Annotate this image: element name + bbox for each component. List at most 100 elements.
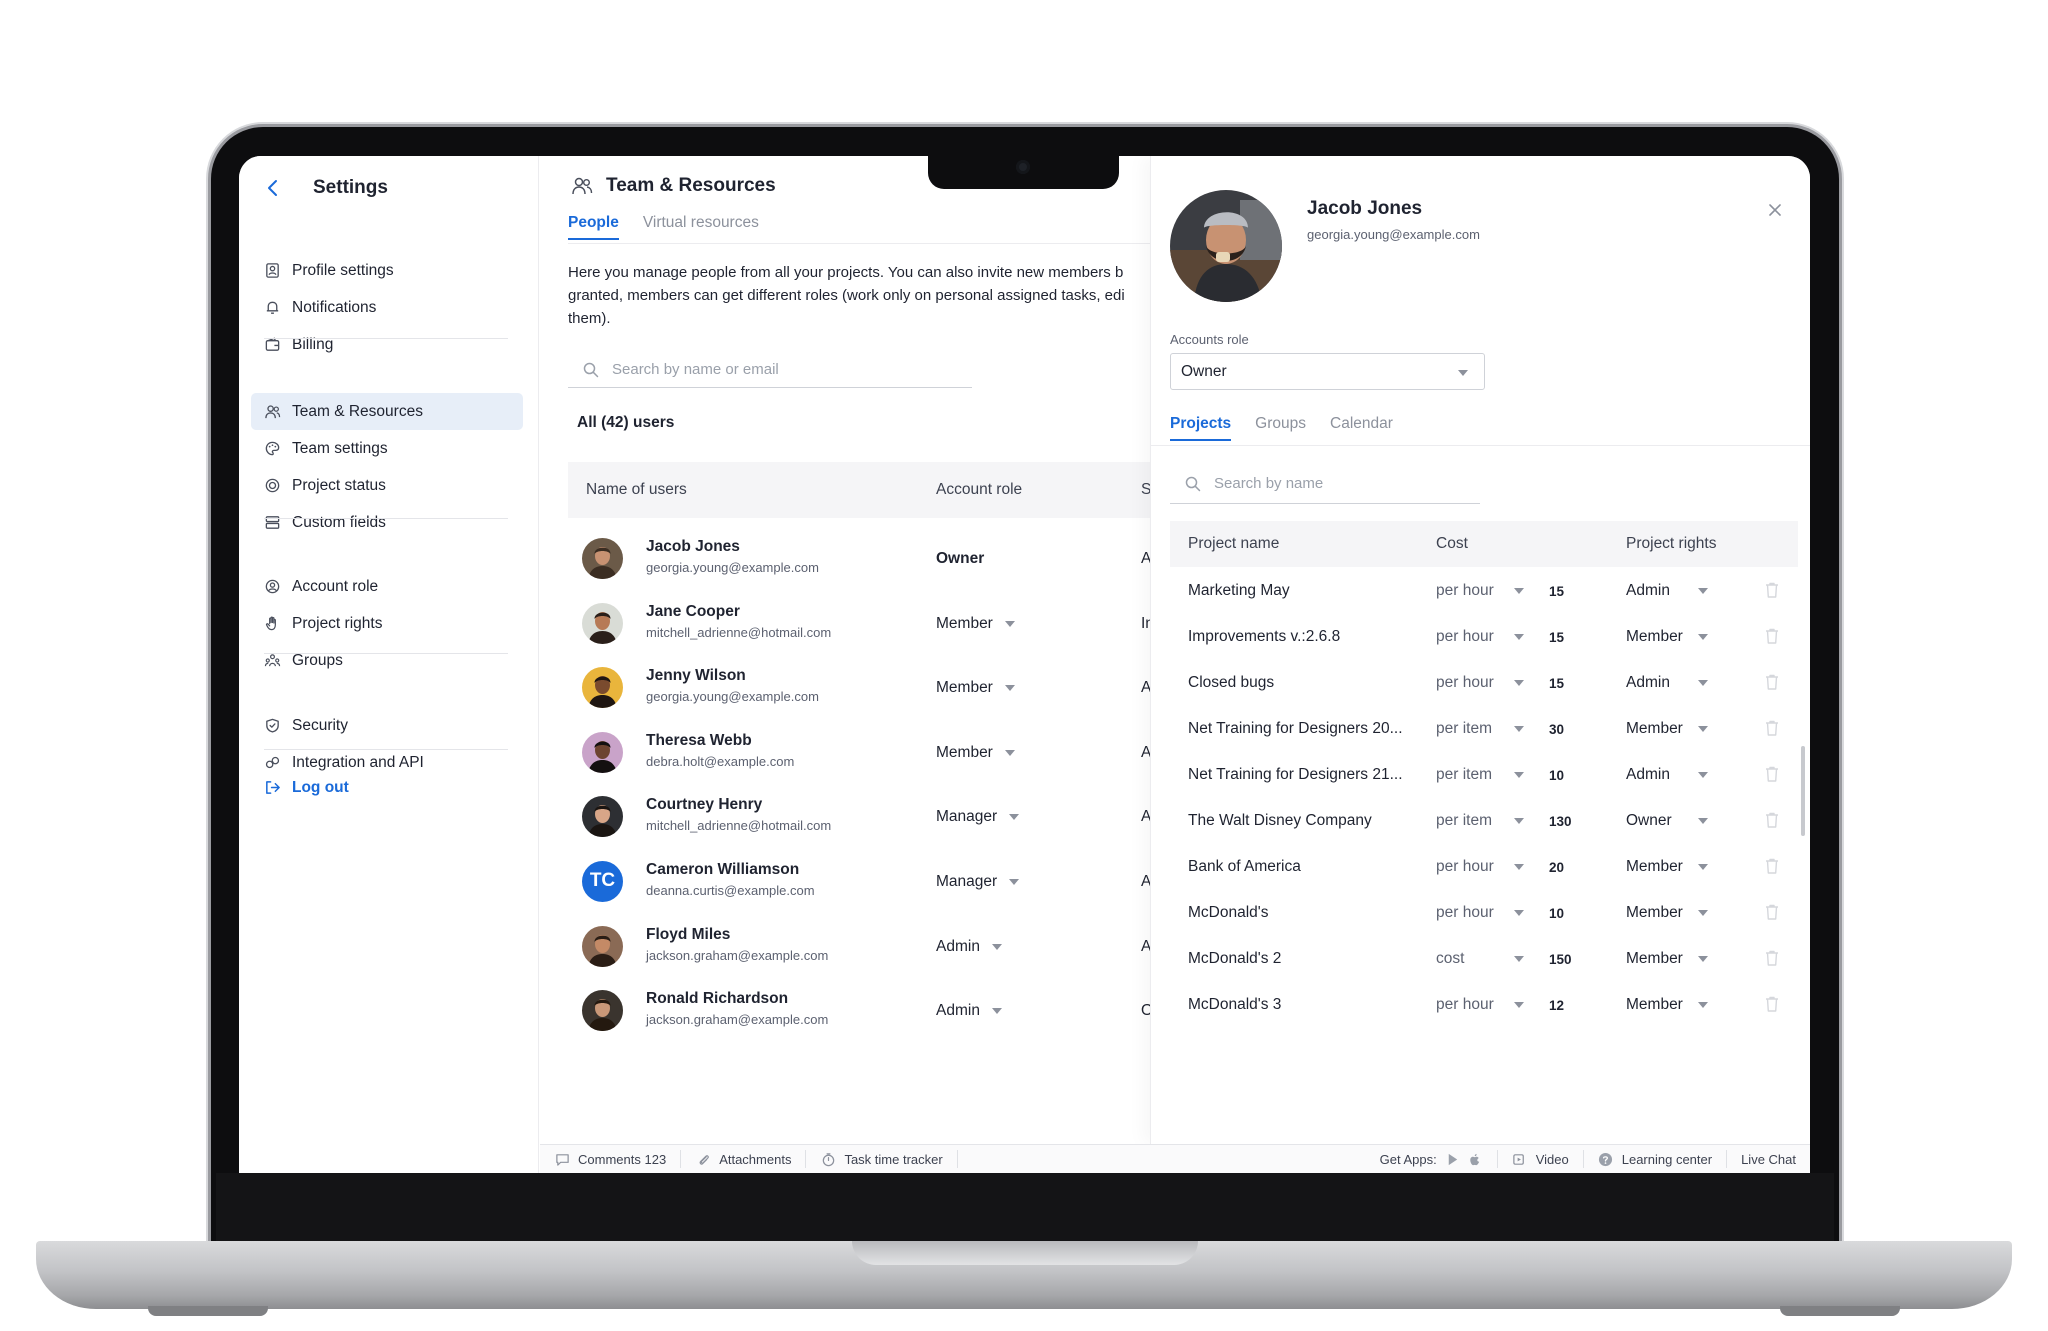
project-rights-dropdown[interactable]: Admin [1626, 582, 1708, 600]
project-rights-dropdown[interactable]: Member [1626, 720, 1708, 738]
project-search[interactable] [1170, 464, 1480, 504]
cost-type-dropdown[interactable]: per item [1436, 812, 1524, 830]
project-row[interactable]: Improvements v.:2.6.8 per hour 15 Member [1170, 614, 1798, 660]
cost-type-dropdown[interactable]: per hour [1436, 996, 1524, 1014]
cost-type-dropdown[interactable]: per hour [1436, 858, 1524, 876]
project-row[interactable]: McDonald's per hour 10 Member [1170, 890, 1798, 936]
project-row[interactable]: The Walt Disney Company per item 130 Owner [1170, 798, 1798, 844]
sidebar-divider [264, 749, 508, 750]
trash-icon[interactable] [1764, 719, 1780, 737]
project-rights-dropdown[interactable]: Member [1626, 950, 1708, 968]
cost-type-dropdown[interactable]: per hour [1436, 582, 1524, 600]
trash-icon[interactable] [1764, 765, 1780, 783]
cost-type-dropdown[interactable]: cost [1436, 950, 1524, 968]
sidebar-item-team-settings[interactable]: Team settings [251, 430, 523, 467]
tab-calendar[interactable]: Calendar [1330, 415, 1393, 441]
cost-type-dropdown[interactable]: per hour [1436, 904, 1524, 922]
project-search-input[interactable] [1214, 475, 1480, 492]
attachments-button[interactable]: Attachments [681, 1150, 807, 1168]
video-button[interactable]: Video [1498, 1150, 1584, 1168]
account-role-dropdown[interactable]: Manager [936, 808, 1020, 826]
project-row[interactable]: Marketing May per hour 15 Admin [1170, 568, 1798, 614]
tab-virtual-resources[interactable]: Virtual resources [643, 214, 759, 240]
sidebar-item-team-resources[interactable]: Team & Resources [251, 393, 523, 430]
sidebar-item-groups[interactable]: Groups [251, 642, 523, 679]
back-arrow-icon[interactable] [259, 174, 287, 202]
project-row[interactable]: Closed bugs per hour 15 Admin [1170, 660, 1798, 706]
project-rights-dropdown[interactable]: Member [1626, 858, 1708, 876]
cost-type-dropdown[interactable]: per item [1436, 766, 1524, 784]
comments-button[interactable]: Comments 123 [540, 1150, 682, 1168]
account-role-dropdown[interactable]: Manager [936, 873, 1020, 891]
accounts-role-select[interactable]: Owner [1170, 353, 1485, 390]
sidebar-item-security[interactable]: Security [251, 707, 523, 744]
project-rights-dropdown[interactable]: Member [1626, 904, 1708, 922]
cost-type-dropdown[interactable]: per item [1436, 720, 1524, 738]
trash-icon[interactable] [1764, 581, 1780, 599]
table-row[interactable]: Jane Cooper mitchell_adrienne@hotmail.com… [568, 591, 1152, 656]
project-row[interactable]: McDonald's 2 cost 150 Member [1170, 936, 1798, 982]
logout-button[interactable]: Log out [251, 769, 523, 806]
project-rights-dropdown[interactable]: Member [1626, 996, 1708, 1014]
trash-icon[interactable] [1764, 903, 1780, 921]
project-row[interactable]: Net Training for Designers 20... per item… [1170, 706, 1798, 752]
trash-icon[interactable] [1764, 995, 1780, 1013]
project-row[interactable]: McDonald's 3 per hour 12 Member [1170, 982, 1798, 1028]
task-time-tracker-button[interactable]: Task time tracker [806, 1150, 958, 1168]
cost-value[interactable]: 15 [1549, 676, 1564, 691]
chevron-down-icon [1514, 680, 1524, 686]
sidebar-item-project-status[interactable]: Project status [251, 467, 523, 504]
learning-center-button[interactable]: Learning center [1584, 1150, 1728, 1168]
table-row[interactable]: Ronald Richardson jackson.graham@example.… [568, 978, 1152, 1043]
cost-value[interactable]: 150 [1549, 952, 1572, 967]
account-role-dropdown[interactable]: Admin [936, 938, 1002, 956]
table-row[interactable]: TC Cameron Williamson deanna.curtis@exampl… [568, 849, 1152, 914]
sidebar-item-billing[interactable]: Billing [251, 326, 523, 363]
trash-icon[interactable] [1764, 811, 1780, 829]
project-rights-dropdown[interactable]: Admin [1626, 674, 1708, 692]
user-search-input[interactable] [612, 361, 952, 378]
account-role-dropdown[interactable]: Member [936, 615, 1015, 633]
sidebar-item-notifications[interactable]: Notifications [251, 289, 523, 326]
trash-icon[interactable] [1764, 673, 1780, 691]
account-role-dropdown[interactable]: Member [936, 679, 1015, 697]
tab-people[interactable]: People [568, 214, 619, 240]
cost-value[interactable]: 15 [1549, 630, 1564, 645]
live-chat-button[interactable]: Live Chat [1727, 1150, 1810, 1168]
panel-scrollbar[interactable] [1801, 746, 1805, 836]
cost-value[interactable]: 15 [1549, 584, 1564, 599]
tab-groups[interactable]: Groups [1255, 415, 1306, 441]
table-row[interactable]: Courtney Henry mitchell_adrienne@hotmail.… [568, 784, 1152, 849]
table-row[interactable]: Theresa Webb debra.holt@example.com Member… [568, 720, 1152, 785]
sidebar-item-account-role[interactable]: Account role [251, 568, 523, 605]
close-icon[interactable] [1763, 198, 1787, 222]
trash-icon[interactable] [1764, 857, 1780, 875]
project-rights-dropdown[interactable]: Member [1626, 628, 1708, 646]
table-row[interactable]: Jenny Wilson georgia.young@example.com Mem… [568, 655, 1152, 720]
table-row[interactable]: Jacob Jones georgia.young@example.com Owne… [568, 526, 1152, 591]
sidebar-item-custom-fields[interactable]: Custom fields [251, 504, 523, 541]
cost-value[interactable]: 130 [1549, 814, 1572, 829]
cost-value[interactable]: 20 [1549, 860, 1564, 875]
project-rights-dropdown[interactable]: Admin [1626, 766, 1708, 784]
project-row[interactable]: Bank of America per hour 20 Member [1170, 844, 1798, 890]
table-row[interactable]: Floyd Miles jackson.graham@example.com Adm… [568, 914, 1152, 979]
tab-projects[interactable]: Projects [1170, 415, 1232, 441]
user-search[interactable] [568, 352, 972, 388]
cost-type-dropdown[interactable]: per hour [1436, 628, 1524, 646]
cost-value[interactable]: 12 [1549, 998, 1564, 1013]
account-role-dropdown[interactable]: Member [936, 744, 1015, 762]
sidebar-item-project-rights[interactable]: Project rights [251, 605, 523, 642]
trash-icon[interactable] [1764, 949, 1780, 967]
play-store-icon[interactable] [1445, 1151, 1461, 1167]
account-role-dropdown[interactable]: Admin [936, 1002, 1002, 1020]
cost-value[interactable]: 30 [1549, 722, 1564, 737]
project-row[interactable]: Net Training for Designers 21... per item… [1170, 752, 1798, 798]
apple-icon[interactable] [1467, 1151, 1483, 1167]
sidebar-item-profile-settings[interactable]: Profile settings [251, 252, 523, 289]
cost-type-dropdown[interactable]: per hour [1436, 674, 1524, 692]
project-rights-dropdown[interactable]: Owner [1626, 812, 1708, 830]
cost-value[interactable]: 10 [1549, 906, 1564, 921]
cost-value[interactable]: 10 [1549, 768, 1564, 783]
trash-icon[interactable] [1764, 627, 1780, 645]
